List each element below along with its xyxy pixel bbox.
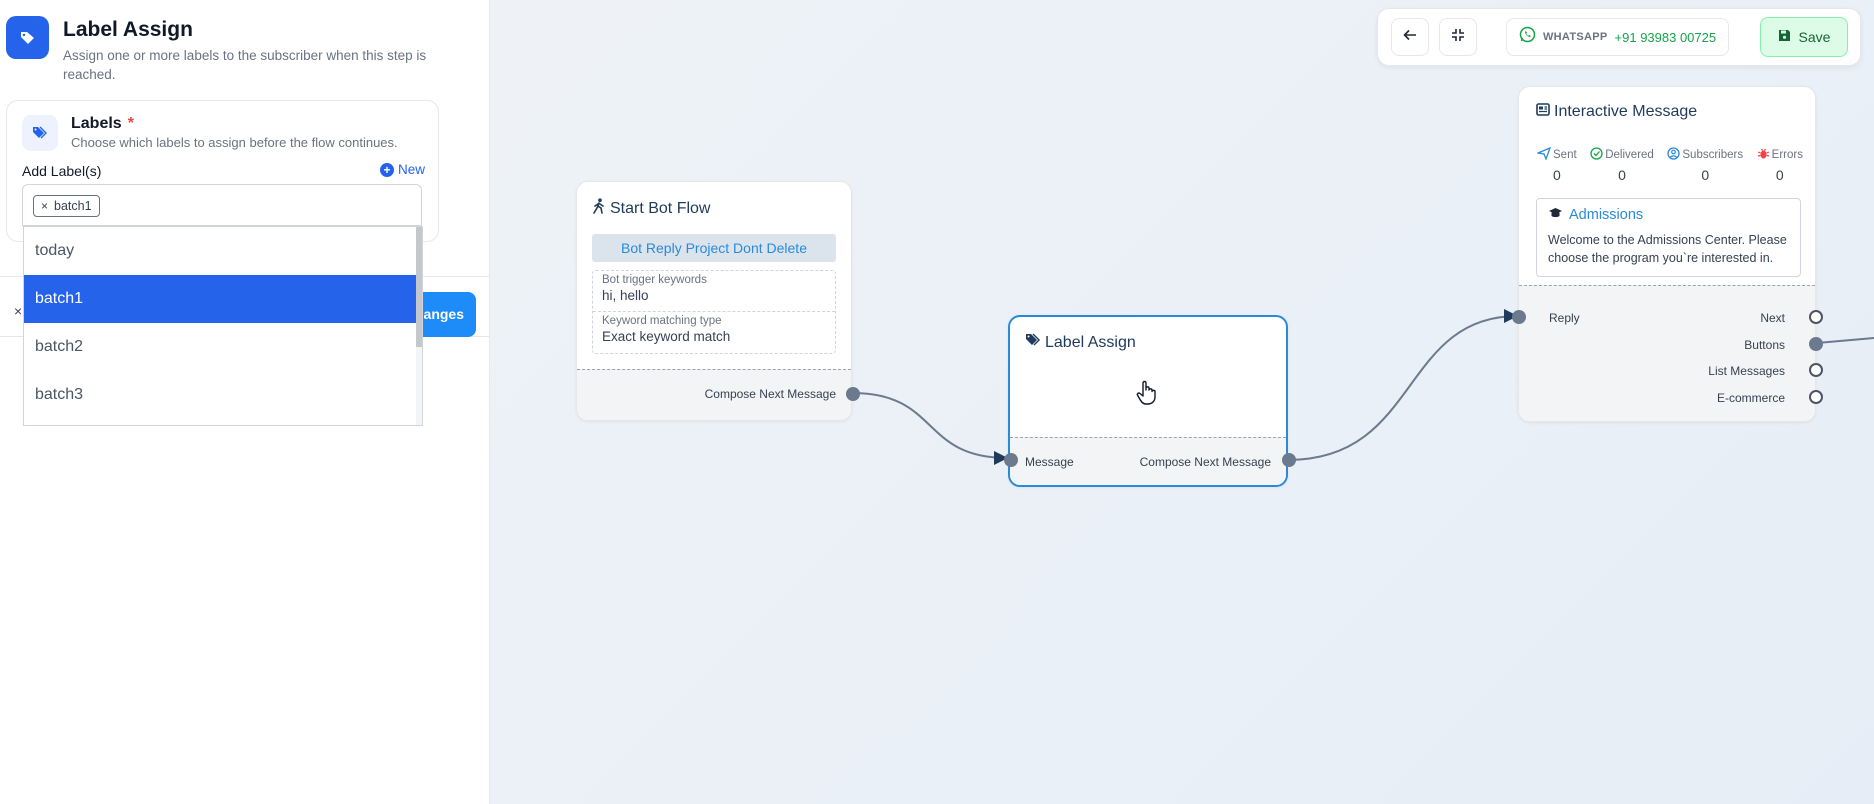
dropdown-scrollbar[interactable] [416,227,422,425]
output-port-buttons[interactable] [1809,337,1823,351]
required-mark: * [127,115,134,132]
walking-icon [592,198,606,219]
back-button[interactable] [1391,18,1429,56]
send-icon [1535,146,1552,163]
input-label: Message [1025,455,1074,469]
selected-chip-batch1: × batch1 [33,195,100,217]
labels-subtitle: Choose which labels to assign before the… [71,135,398,150]
canvas-toolbar: WHATSAPP +91 93983 00725 Save [1377,8,1861,66]
tags-icon [22,115,58,151]
keywords-value: hi, hello [602,288,649,303]
output-label-list-messages: List Messages [1708,364,1785,378]
output-port[interactable] [1282,453,1296,467]
node-title: Label Assign [1025,333,1136,352]
tags-icon [1025,333,1041,352]
node-start-bot-flow[interactable]: Start Bot Flow Bot Reply Project Dont De… [576,181,860,421]
option-today[interactable]: today [24,227,422,275]
whatsapp-number-pill: WHATSAPP +91 93983 00725 [1506,18,1729,56]
arrow-left-icon [1403,28,1417,46]
label-multiselect[interactable]: × batch1 [22,184,422,226]
node-title: Interactive Message [1536,103,1697,121]
option-batch1[interactable]: batch1 [24,275,422,323]
chip-remove-button[interactable]: × [41,196,48,216]
scrollbar-thumb[interactable] [416,227,422,347]
bot-project-button[interactable]: Bot Reply Project Dont Delete [592,234,836,262]
plus-circle-icon: + [379,162,394,177]
output-label: Compose Next Message [704,387,836,401]
stat-errors: Errors 0 [1757,147,1803,183]
whatsapp-label: WHATSAPP [1543,31,1608,43]
keywords-label: Bot trigger keywords [602,274,707,286]
bug-icon [1757,147,1770,163]
option-batch2[interactable]: batch2 [24,323,422,371]
option-batch3[interactable]: batch3 [24,371,422,419]
user-circle-icon [1667,147,1681,163]
input-label-reply: Reply [1549,311,1580,325]
message-title: Admissions [1548,207,1643,223]
node-title: Start Bot Flow [592,198,710,219]
output-port[interactable] [846,387,860,401]
message-preview[interactable]: Admissions Welcome to the Admissions Cen… [1536,198,1801,277]
close-panel-button[interactable]: × [14,303,22,319]
output-port-ecommerce[interactable] [1809,390,1823,404]
labels-title: Labels * [71,115,134,132]
save-flow-button[interactable]: Save [1760,17,1848,57]
check-circle-icon [1590,147,1603,163]
stat-subscribers: Subscribers 0 [1667,147,1743,183]
new-label-button[interactable]: + New [379,162,425,177]
matching-label: Keyword matching type [602,315,722,327]
output-label: Compose Next Message [1139,455,1271,469]
node-interactive-message[interactable]: Interactive Message Sent 0 Delivered 0 S… [1512,86,1823,422]
settings-panel: Label Assign Assign one or more labels t… [0,0,490,804]
input-port[interactable] [1004,453,1018,467]
label-options-dropdown: today batch1 batch2 batch3 [23,226,423,426]
keyword-box: Bot trigger keywords hi, hello Keyword m… [592,270,836,354]
fit-view-button[interactable] [1439,18,1477,56]
panel-title: Label Assign [63,18,193,41]
input-port-reply[interactable] [1512,310,1526,324]
hand-cursor-icon [1136,380,1158,411]
output-port-next[interactable] [1809,310,1823,324]
floppy-disk-icon [1778,29,1791,45]
graduation-cap-icon [1548,207,1563,223]
whatsapp-number: +91 93983 00725 [1614,29,1717,45]
stat-delivered: Delivered 0 [1590,147,1654,183]
output-label-ecommerce: E-commerce [1716,391,1785,405]
output-label-buttons: Buttons [1744,338,1785,352]
message-body: Welcome to the Admissions Center. Please… [1548,233,1787,265]
whatsapp-icon [1519,26,1536,48]
output-port-list-messages[interactable] [1809,363,1823,377]
stat-sent: Sent 0 [1535,146,1577,183]
stats-row: Sent 0 Delivered 0 Subscribers 0 Errors … [1535,146,1803,183]
panel-description: Assign one or more labels to the subscri… [63,48,427,82]
matching-value: Exact keyword match [602,329,731,344]
add-labels-label: Add Label(s) [22,163,102,179]
compress-icon [1451,28,1465,47]
tag-icon [6,16,49,59]
output-label-next: Next [1760,311,1785,325]
newspaper-icon [1536,103,1550,121]
